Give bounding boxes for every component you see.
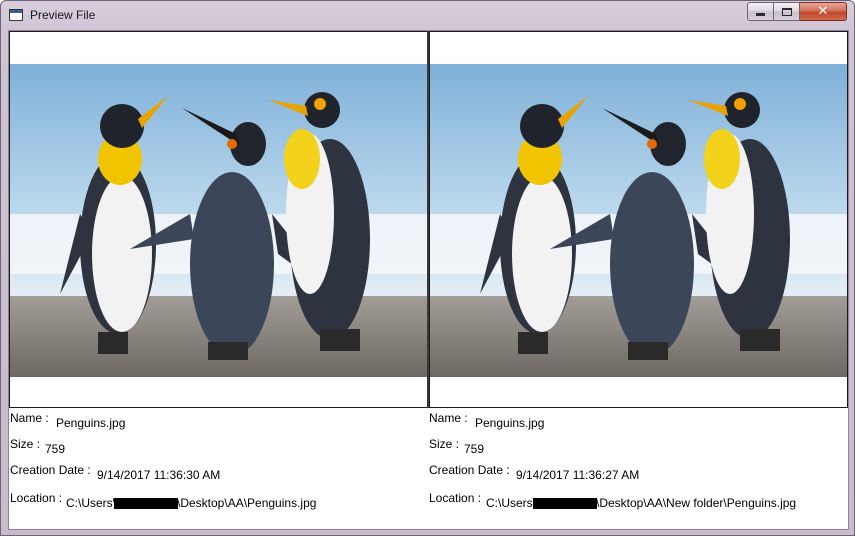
name-value: Penguins.jpg: [56, 416, 126, 430]
creation-date-value: 9/14/2017 11:36:30 AM: [97, 468, 221, 482]
creation-date-label: Creation Date :: [10, 463, 91, 477]
window-title: Preview File: [30, 8, 96, 22]
penguins-image: [430, 64, 847, 377]
minimize-icon: [756, 13, 765, 16]
creation-date-label: Creation Date :: [429, 463, 510, 477]
size-value: 759: [464, 442, 485, 456]
title-bar[interactable]: Preview File ✕: [1, 1, 854, 29]
penguins-photo-graphic: [430, 64, 847, 377]
penguins-image: [10, 64, 427, 377]
close-icon: ✕: [817, 4, 829, 19]
location-label: Location :: [429, 491, 482, 505]
maximize-icon: [781, 7, 792, 16]
creation-date-value: 9/14/2017 11:36:27 AM: [516, 468, 640, 482]
name-label: Name :: [429, 411, 468, 425]
preview-file-window: Preview File ✕ Name: Penguins.jpg Size …: [0, 0, 855, 536]
penguins-photo-graphic: [10, 64, 427, 377]
name-label: Name :: [10, 411, 49, 425]
size-value: 759: [45, 442, 66, 456]
size-label: Size :: [10, 437, 41, 451]
app-window-icon: [9, 9, 23, 21]
location-prefix: C:\Users\: [486, 496, 537, 510]
location-prefix: C:\Users\: [66, 496, 117, 510]
minimize-button[interactable]: [747, 2, 774, 21]
location-suffix: \Desktop\AA\New folder\Penguins.jpg: [596, 496, 797, 510]
client-area: Name : Penguins.jpg Size : 759 Creation …: [8, 30, 849, 530]
close-button[interactable]: ✕: [800, 2, 847, 21]
location-suffix: \Desktop\AA\Penguins.jpg: [177, 496, 317, 510]
size-label: Size :: [429, 437, 460, 451]
location-label: Location :: [10, 491, 63, 505]
preview-pane-right: Name : Penguins.jpg Size : 759 Creation …: [429, 31, 848, 529]
preview-pane-left: Name : Penguins.jpg Size : 759 Creation …: [9, 31, 428, 529]
name-value: Penguins.jpg: [475, 416, 545, 430]
maximize-button[interactable]: [774, 2, 800, 21]
caption-buttons: ✕: [747, 2, 847, 21]
image-frame: [9, 31, 428, 408]
redaction-bar: [533, 498, 597, 509]
redaction-bar: [114, 498, 178, 509]
image-frame: [429, 31, 848, 408]
